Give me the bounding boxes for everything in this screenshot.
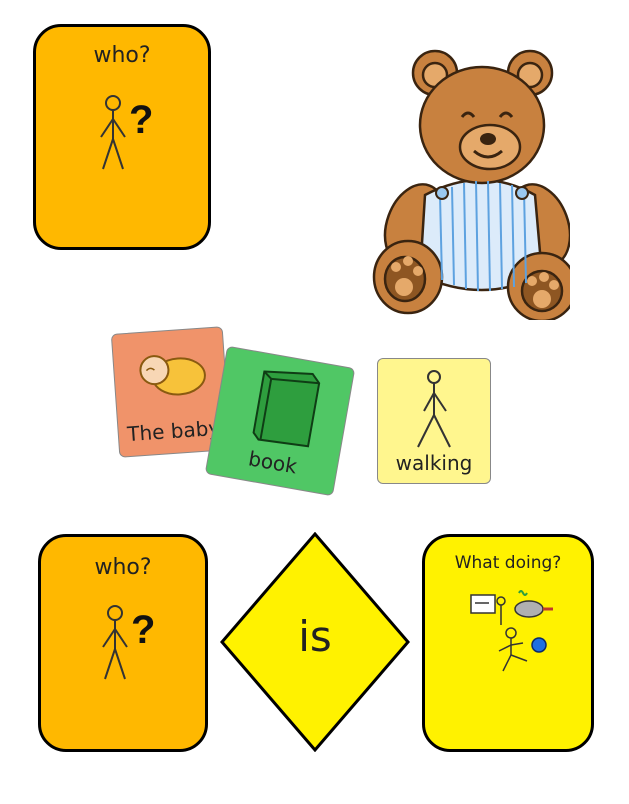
what-doing-label: What doing? — [454, 553, 562, 573]
walking-label: walking — [395, 451, 473, 475]
green-book-icon — [252, 370, 321, 448]
teddy-bear-illustration — [372, 49, 570, 320]
book-card[interactable]: book — [204, 345, 356, 497]
is-diamond[interactable]: is — [220, 532, 410, 752]
walking-person-icon — [417, 370, 451, 448]
person-question-icon: ? — [102, 605, 155, 680]
kicking-ball-icon — [498, 627, 547, 672]
person-question-icon: ? — [100, 95, 153, 170]
svg-text:?: ? — [129, 98, 153, 142]
svg-text:?: ? — [131, 608, 155, 652]
who-card-bottom-label: who? — [94, 555, 152, 580]
sleeping-baby-icon — [139, 355, 206, 396]
who-card-top[interactable]: who? ? — [33, 24, 211, 250]
cooking-icon — [514, 590, 553, 618]
who-card-bottom[interactable]: who? ? — [38, 534, 208, 752]
who-card-top-label: who? — [93, 43, 151, 68]
walking-card[interactable]: walking — [377, 358, 491, 484]
book-label: book — [246, 446, 299, 479]
is-label: is — [298, 612, 332, 661]
what-doing-card[interactable]: What doing? — [422, 534, 594, 752]
